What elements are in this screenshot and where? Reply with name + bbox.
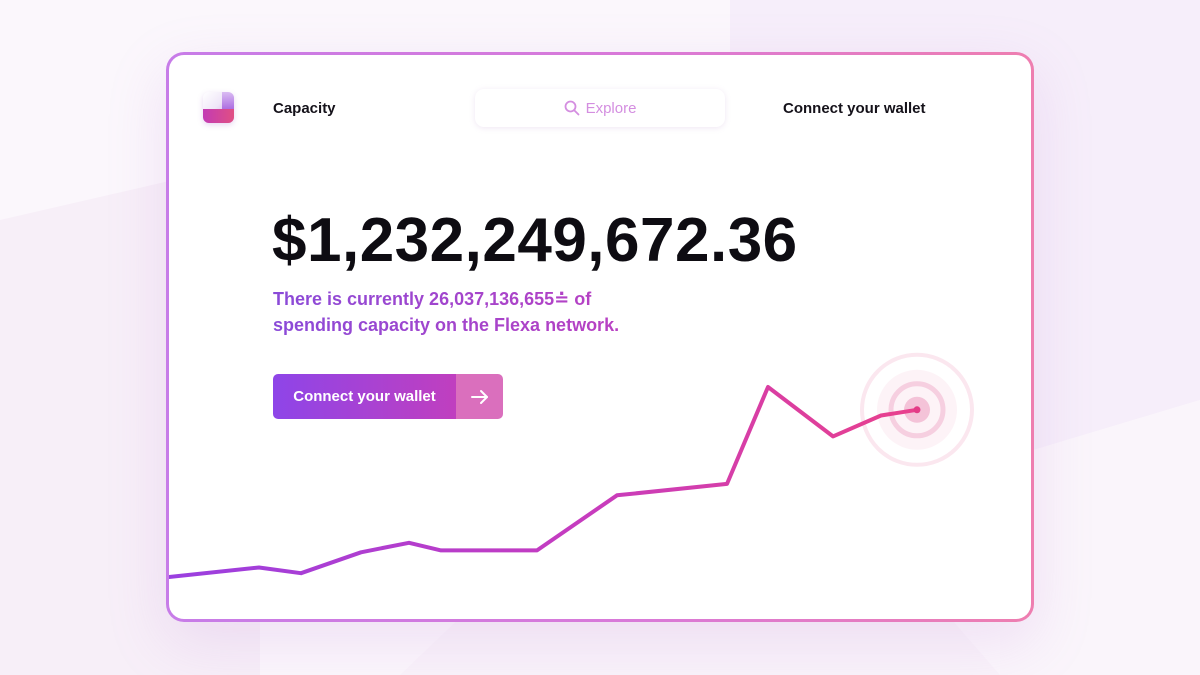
connect-wallet-button[interactable]: Connect your wallet [273,374,503,419]
capacity-amount: $1,232,249,672.36 [272,206,798,275]
search-icon [564,100,580,116]
arrow-right-icon [456,374,503,419]
nav-connect-wallet-link[interactable]: Connect your wallet [783,100,926,117]
search-input[interactable]: Explore [475,89,725,127]
capacity-description: There is currently 26,037,136,655≐ of sp… [273,286,673,338]
logo-top-shape [222,92,234,109]
logo-bottom-shape [203,109,234,123]
card-body: Capacity Explore Connect your wallet $1,… [169,55,1031,619]
search-placeholder: Explore [585,99,637,117]
nav-capacity-link[interactable]: Capacity [273,100,336,117]
capacity-card: Capacity Explore Connect your wallet $1,… [166,52,1034,622]
flexa-logo[interactable] [203,92,234,123]
series-endpoint [913,406,921,414]
connect-wallet-button-label: Connect your wallet [273,374,456,419]
capacity-description-line2: spending capacity on the Flexa network. [273,315,620,335]
capacity-description-line1: There is currently 26,037,136,655≐ of [273,289,592,309]
